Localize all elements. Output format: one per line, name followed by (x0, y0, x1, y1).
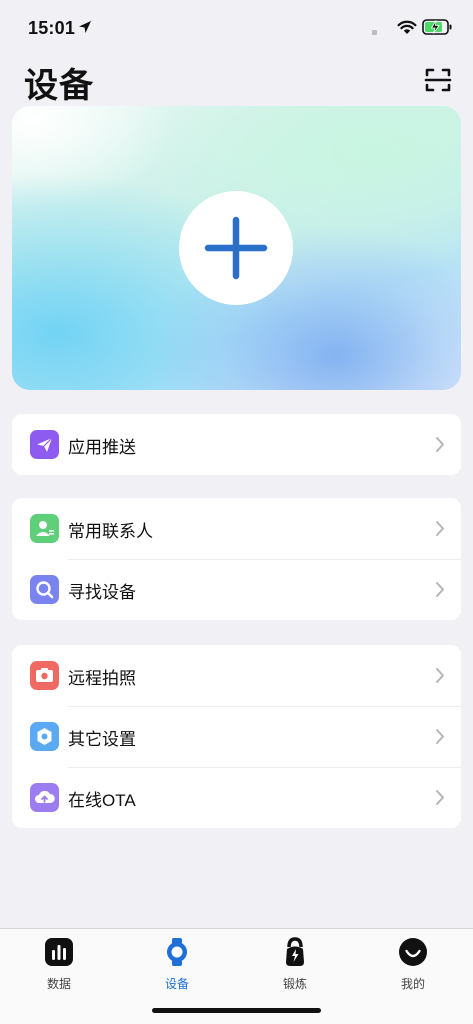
menu-item-online-ota[interactable]: 在线OTA (12, 767, 461, 828)
tab-data[interactable]: 数据 (0, 935, 118, 991)
menu-group-push: 应用推送 (12, 414, 461, 475)
chevron-right-icon (436, 790, 444, 805)
contact-icon (30, 514, 59, 543)
tab-workout[interactable]: 锻炼 (236, 935, 354, 991)
menu-item-label: 寻找设备 (68, 583, 136, 602)
add-device-button[interactable] (179, 191, 293, 305)
menu-item-label: 在线OTA (68, 791, 136, 810)
hexagon-settings-icon (30, 722, 59, 751)
smile-icon (399, 938, 427, 966)
location-arrow-icon (79, 21, 91, 33)
chevron-right-icon (436, 668, 444, 683)
menu-item-other-settings[interactable]: 其它设置 (12, 706, 461, 767)
chevron-right-icon (436, 729, 444, 744)
menu-group-settings: 远程拍照 其它设置 在线OTA (12, 645, 461, 828)
chevron-right-icon (436, 582, 444, 597)
status-time: 15:01 (28, 18, 76, 38)
battery-charging-icon (422, 19, 452, 35)
menu-group-contacts: 常用联系人 寻找设备 (12, 498, 461, 620)
menu-item-label: 远程拍照 (68, 669, 136, 688)
menu-item-label: 常用联系人 (68, 522, 153, 541)
menu-item-label: 其它设置 (68, 730, 136, 749)
search-icon (30, 575, 59, 604)
menu-item-find-device[interactable]: 寻找设备 (12, 559, 461, 620)
tab-label: 我的 (400, 977, 425, 991)
watch-icon (167, 938, 187, 966)
scan-button[interactable] (424, 66, 452, 94)
tab-device[interactable]: 设备 (118, 935, 236, 991)
status-bar: 15:01 (0, 0, 473, 56)
menu-item-label: 应用推送 (68, 438, 136, 457)
bar-chart-icon (45, 938, 73, 966)
menu-item-remote-camera[interactable]: 远程拍照 (12, 645, 461, 706)
tab-label: 锻炼 (282, 977, 307, 991)
device-hero-card (12, 106, 461, 390)
cloud-upload-icon (30, 783, 59, 812)
plus-icon (204, 216, 268, 280)
chevron-right-icon (436, 521, 444, 536)
paper-plane-icon (30, 430, 59, 459)
home-indicator (152, 1008, 321, 1013)
tab-mine[interactable]: 我的 (354, 935, 472, 991)
camera-icon (30, 661, 59, 690)
chevron-right-icon (436, 437, 444, 452)
menu-item-contacts[interactable]: 常用联系人 (12, 498, 461, 559)
kettlebell-icon (286, 937, 304, 966)
menu-item-app-push[interactable]: 应用推送 (12, 414, 461, 475)
tab-label: 数据 (46, 977, 71, 991)
page-title: 设备 (24, 67, 94, 105)
tab-label: 设备 (164, 977, 189, 991)
signal-icon (372, 30, 377, 35)
wifi-icon (397, 20, 417, 34)
